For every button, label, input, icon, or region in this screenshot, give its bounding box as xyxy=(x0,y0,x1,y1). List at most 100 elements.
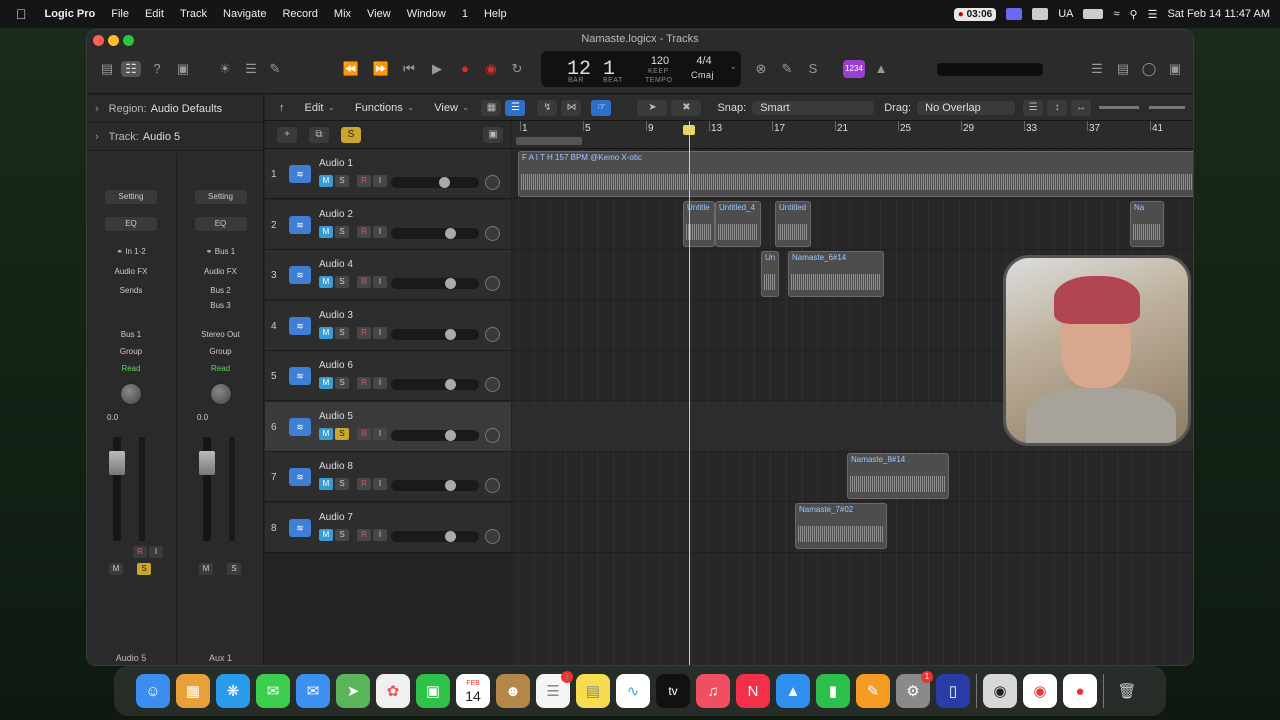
track-inspector-header[interactable]: › Track: Audio 5 xyxy=(87,123,263,151)
mail-icon[interactable]: ✉ xyxy=(296,674,330,708)
mute-button[interactable]: M xyxy=(319,528,333,541)
input-source[interactable]: UA xyxy=(1058,8,1073,20)
track-header[interactable]: 6 ≋ Audio 5 MSRI xyxy=(265,401,511,452)
track-header[interactable]: 4 ≋ Audio 3 MSRI xyxy=(265,300,511,351)
audio-region[interactable]: Namaste_6#14 xyxy=(788,251,884,297)
lcd-chevron-icon[interactable]: ⌄ xyxy=(729,61,737,72)
record-enable-button[interactable]: R xyxy=(357,276,371,288)
volume-slider[interactable] xyxy=(391,379,479,390)
audio-region-faith[interactable]: F A I T H 157 BPM @Kemo X-otic xyxy=(518,151,1193,197)
menubar-clock[interactable]: Sat Feb 14 11:47 AM xyxy=(1167,8,1270,20)
solo-button[interactable]: S xyxy=(335,478,349,490)
volume-knob[interactable] xyxy=(444,278,456,289)
audio-region[interactable]: Na xyxy=(1130,201,1164,247)
volume-knob[interactable] xyxy=(444,480,456,491)
mute-button[interactable]: M xyxy=(199,563,213,575)
track-header[interactable]: 1 ≋ Audio 1 MSRI xyxy=(265,149,511,199)
track-name[interactable]: Audio 8 xyxy=(319,461,353,472)
mute-button[interactable]: M xyxy=(319,225,333,238)
chrome-icon[interactable]: ◉ xyxy=(1023,674,1057,708)
menu-window[interactable]: Window xyxy=(399,8,454,20)
group-slot[interactable]: Group xyxy=(177,347,264,356)
volume-knob[interactable] xyxy=(444,328,456,340)
cycle-region[interactable] xyxy=(516,137,582,145)
audio-fx-slot[interactable]: Audio FX xyxy=(177,267,264,276)
app-status-icon[interactable] xyxy=(1032,8,1049,20)
sends-slot[interactable]: Sends xyxy=(87,286,175,295)
track-header[interactable]: 5 ≋ Audio 6 MSRI xyxy=(265,351,511,401)
volume-knob[interactable] xyxy=(444,227,456,239)
region-inspector-header[interactable]: › Region: Audio Defaults xyxy=(87,95,263,123)
volume-knob[interactable] xyxy=(444,379,456,390)
menu-view[interactable]: View xyxy=(359,8,399,20)
mixer-icon[interactable]: ☰ xyxy=(241,61,261,77)
record-enable-button[interactable]: R xyxy=(357,377,371,389)
reminders-icon[interactable]: ☰ 1 xyxy=(536,671,573,708)
pan-knob[interactable] xyxy=(485,528,500,544)
launchpad-icon[interactable]: ▦ xyxy=(176,674,210,708)
track-name[interactable]: Audio 6 xyxy=(319,360,353,371)
input-monitor-button[interactable]: I xyxy=(373,377,387,389)
playhead-handle[interactable] xyxy=(683,125,695,135)
waveform-zoom-icon[interactable]: ☰ xyxy=(1023,99,1044,116)
collapse-icon[interactable]: ▣ xyxy=(483,127,503,143)
loop-browser-icon[interactable]: ◯ xyxy=(1139,61,1159,77)
solo-button[interactable]: S xyxy=(335,175,349,187)
edit-menu[interactable]: Edit ⌄ xyxy=(295,102,346,114)
solo-button[interactable]: S xyxy=(137,563,151,575)
volume-knob[interactable] xyxy=(444,429,456,441)
duplicate-track-icon[interactable]: ⧉ xyxy=(309,127,329,143)
fader-cap[interactable] xyxy=(199,451,215,475)
go-to-start-icon[interactable]: ⏮ xyxy=(399,61,419,77)
mute-button[interactable]: M xyxy=(319,377,333,389)
record-enable-button[interactable]: R xyxy=(133,546,147,558)
volume-readout[interactable]: 0.0 xyxy=(197,413,208,422)
library-icon[interactable]: ▤ xyxy=(97,61,117,77)
screen-mirroring-icon[interactable] xyxy=(1006,8,1023,20)
input-slot[interactable]: In 1-2 xyxy=(125,247,145,256)
send-slot-2[interactable]: Bus 3 xyxy=(177,301,264,310)
solo-icon[interactable]: S xyxy=(803,61,823,77)
count-in-button[interactable]: 1234 xyxy=(843,60,865,78)
audio-fx-slot[interactable]: Audio FX xyxy=(87,267,175,276)
apple-tv-icon[interactable]: tv xyxy=(656,674,690,708)
safari-icon[interactable]: ❋ xyxy=(216,674,250,708)
input-monitor-button[interactable]: I xyxy=(373,175,387,187)
trash-icon[interactable]: 🗑 xyxy=(1110,674,1144,708)
volume-slider[interactable] xyxy=(391,278,479,289)
editors-icon[interactable]: ✎ xyxy=(265,61,285,77)
calendar-icon[interactable]: FEB 14 xyxy=(456,674,490,708)
maps-icon[interactable]: ➤ xyxy=(336,674,370,708)
news-icon[interactable]: N xyxy=(736,674,770,708)
play-icon[interactable]: ▶ xyxy=(427,61,447,77)
fit-icon[interactable]: ↔ xyxy=(1071,99,1092,116)
volume-knob[interactable] xyxy=(444,530,456,542)
automation-mode[interactable]: Read xyxy=(87,364,175,373)
record-enable-button[interactable]: R xyxy=(357,225,371,238)
mute-button[interactable]: M xyxy=(319,478,333,490)
volume-slider[interactable] xyxy=(391,429,479,441)
pointer-tool-icon[interactable]: ➤ xyxy=(637,99,668,116)
record-enable-button[interactable]: R xyxy=(357,427,371,440)
spotlight-icon[interactable]: ⚲ xyxy=(1130,8,1138,21)
track-header[interactable]: 2 ≋ Audio 2 MSRI xyxy=(265,199,511,250)
record-enable-button[interactable]: R xyxy=(357,528,371,541)
messages-icon[interactable]: ✉ xyxy=(256,674,290,708)
cycle-icon[interactable]: ↻ xyxy=(507,61,527,77)
input-monitor-button[interactable]: I xyxy=(373,427,387,440)
volume-slider[interactable] xyxy=(391,530,479,542)
horizontal-zoom-slider[interactable] xyxy=(1149,106,1186,109)
quick-help-icon[interactable]: ? xyxy=(147,61,167,77)
finder-icon[interactable]: ☺ xyxy=(136,674,170,708)
track-header[interactable]: 8 ≋ Audio 7 MSRI xyxy=(265,502,511,553)
marquee-tool-icon[interactable]: ✖ xyxy=(671,99,702,116)
metronome-icon[interactable]: ▲ xyxy=(871,61,891,77)
replace-icon[interactable]: ⊗ xyxy=(751,61,771,77)
snap-select[interactable]: Smart xyxy=(752,100,875,115)
wifi-icon[interactable]: ≈ xyxy=(1113,8,1119,20)
track-name[interactable]: Audio 3 xyxy=(319,310,353,321)
fader-cap[interactable] xyxy=(109,451,125,475)
pan-knob[interactable] xyxy=(485,377,500,392)
volume-readout[interactable]: 0.0 xyxy=(107,413,118,422)
pan-knob[interactable] xyxy=(485,326,500,342)
